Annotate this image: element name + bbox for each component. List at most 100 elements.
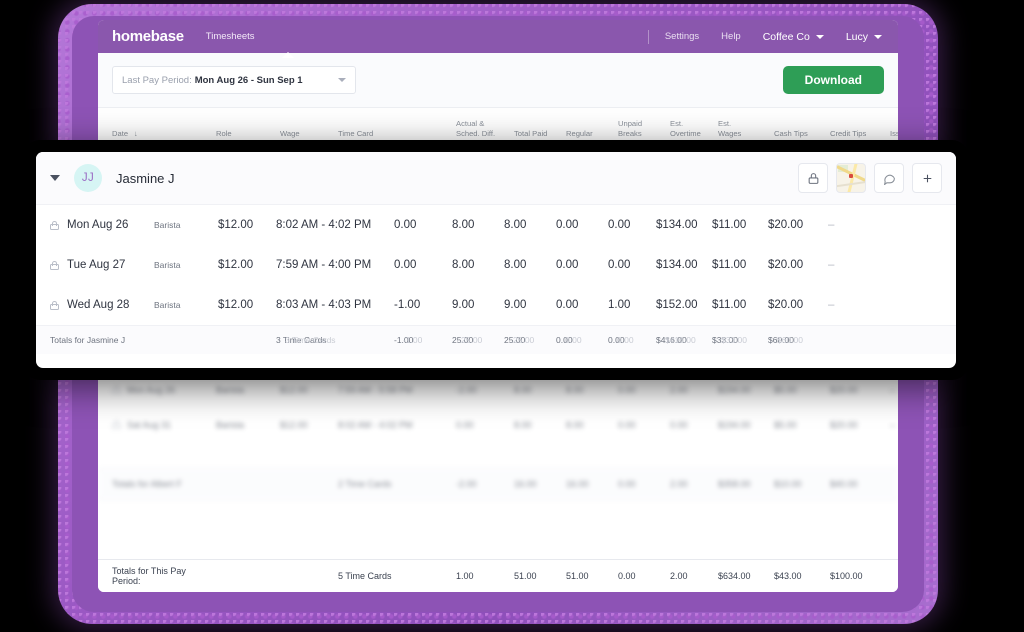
cell-regular: 8.00 <box>566 385 618 395</box>
nav-item-timesheets[interactable]: Timesheets <box>206 31 255 42</box>
cell-credit-tips: $20.00 <box>768 259 828 271</box>
employee-totals-time-cards: 2 Time Cards <box>338 479 456 489</box>
column-header-breaks-line1: Unpaid <box>618 119 642 128</box>
cell-time-card[interactable]: 8:02 AM - 4:02 PM <box>276 219 394 231</box>
pay-period-totals-est-wages: $634.00 <box>718 571 774 581</box>
column-header-diff-line2: Sched. Diff. <box>456 129 495 138</box>
homebase-logo[interactable]: homebase <box>112 28 184 45</box>
lock-icon <box>112 420 121 429</box>
company-chevron-down-icon[interactable] <box>816 35 824 39</box>
employee-totals-est-wages: $416.00 <box>656 335 712 345</box>
column-header-cash-tips[interactable]: Cash Tips <box>774 129 830 138</box>
user-menu-label[interactable]: Lucy <box>846 31 868 43</box>
column-header-issues[interactable]: Issues <box>890 129 898 138</box>
cell-credit-tips: $20.00 <box>768 219 828 231</box>
employee-totals-diff: -1.00 <box>394 335 452 345</box>
nav-item-help[interactable]: Help <box>721 31 741 42</box>
employee-totals-overtime: 2.00 <box>670 479 718 489</box>
lock-icon <box>50 221 59 230</box>
cell-total-paid: 8.00 <box>452 219 504 231</box>
cell-cash-tips: $11.00 <box>712 259 768 271</box>
table-row[interactable]: Wed Aug 28 Barista $12.00 8:03 AM - 4:03… <box>36 285 956 325</box>
pay-period-select[interactable]: Last Pay Period: Mon Aug 26 - Sun Sep 1 <box>112 66 356 94</box>
table-row[interactable]: Tue Aug 27 Barista $12.00 7:59 AM - 4:00… <box>36 245 956 285</box>
comment-icon-button[interactable] <box>874 163 904 193</box>
user-chevron-down-icon[interactable] <box>874 35 882 39</box>
cell-diff: 0.00 <box>394 259 452 271</box>
cell-role: Barista <box>154 220 218 230</box>
column-header-regular[interactable]: Regular <box>566 129 618 138</box>
pay-period-totals-total-paid: 51.00 <box>514 571 566 581</box>
cell-issues: – <box>890 420 898 430</box>
cell-diff: -2.00 <box>456 385 514 395</box>
column-header-est-wages[interactable]: Est. Wages <box>718 119 774 138</box>
cell-time-card[interactable]: 8:03 AM - 4:03 PM <box>276 299 394 311</box>
column-header-ot-line1: Est. <box>670 119 683 128</box>
employee-totals-label: Totals for Jasmine J <box>36 335 154 345</box>
cell-role: Barista <box>154 300 218 310</box>
cell-wage: $12.00 <box>280 385 338 395</box>
cell-wage: $12.00 <box>218 219 276 231</box>
pay-period-totals-overtime: 2.00 <box>670 571 718 581</box>
cell-est-wages: $194.00 <box>718 420 774 430</box>
column-header-diff-line1: Actual & <box>456 119 484 128</box>
cell-wage: $12.00 <box>218 299 276 311</box>
cell-role: Barista <box>154 260 218 270</box>
cell-cash-tips: $5.00 <box>774 385 830 395</box>
cell-date-label: Wed Aug 28 <box>67 299 129 311</box>
cell-role: Barista <box>216 420 280 430</box>
column-header-unpaid-breaks[interactable]: Unpaid Breaks <box>618 119 670 138</box>
lock-icon <box>112 385 121 394</box>
cell-breaks: 0.00 <box>556 259 608 271</box>
cell-overtime: 0.00 <box>608 259 656 271</box>
cell-time-card[interactable]: 7:59 AM - 4:00 PM <box>276 259 394 271</box>
column-header-date-label: Date <box>112 129 128 138</box>
cell-est-wages: $134.00 <box>656 259 712 271</box>
cell-wage: $12.00 <box>218 259 276 271</box>
cell-breaks: 0.00 <box>618 420 670 430</box>
lock-icon-button[interactable] <box>798 163 828 193</box>
employee-totals-label: Totals for Albert F <box>98 479 216 489</box>
cell-est-wages: $134.00 <box>656 219 712 231</box>
cell-breaks: 0.00 <box>556 299 608 311</box>
cell-cash-tips: $11.00 <box>712 219 768 231</box>
lock-icon <box>50 301 59 310</box>
column-header-wage[interactable]: Wage <box>280 129 338 138</box>
cell-total-paid: 8.00 <box>452 259 504 271</box>
column-header-time-card[interactable]: Time Card <box>338 129 456 138</box>
column-header-est-overtime[interactable]: Est. Overtime <box>670 119 718 138</box>
highlight-callout-frame: JJ Jasmine J <box>24 140 968 380</box>
pay-period-totals-time-cards: 5 Time Cards <box>338 571 456 581</box>
cell-total-paid: 8.00 <box>514 385 566 395</box>
add-time-card-button[interactable] <box>912 163 942 193</box>
employee-card-actions <box>798 163 942 193</box>
table-row-spacer <box>98 442 898 468</box>
cell-date-label: Tue Aug 27 <box>67 259 125 271</box>
column-header-credit-tips[interactable]: Credit Tips <box>830 129 890 138</box>
cell-date-label: Sat Aug 31 <box>127 420 171 430</box>
screenshot-stage: homebase Timesheets Settings Help Coffee… <box>0 0 1024 632</box>
cell-date: Sat Aug 31 <box>98 420 216 430</box>
column-header-date[interactable]: Date ↓ <box>98 129 216 138</box>
column-header-role[interactable]: Role <box>216 129 280 138</box>
table-row[interactable]: Sat Aug 31 Barista $12.00 8:02 AM - 4:02… <box>98 407 898 442</box>
column-header-total-paid[interactable]: Total Paid <box>514 129 566 138</box>
column-header-breaks-line2: Breaks <box>618 129 642 138</box>
cell-issues: – <box>828 299 874 311</box>
download-button[interactable]: Download <box>783 66 884 94</box>
employee-totals-overtime: 0.00 <box>608 335 656 345</box>
employee-totals-time-cards: 3 Time Cards <box>276 335 394 345</box>
cell-overtime: 1.00 <box>608 299 656 311</box>
table-header-row: Date ↓ Role Wage Time Card Actual & Sche… <box>98 108 898 144</box>
collapse-caret-icon[interactable] <box>50 175 60 181</box>
nav-item-settings[interactable]: Settings <box>665 31 699 42</box>
employee-totals-est-wages: $358.00 <box>718 479 774 489</box>
table-row[interactable]: Mon Aug 26 Barista $12.00 8:02 AM - 4:02… <box>36 205 956 245</box>
company-switcher-label[interactable]: Coffee Co <box>763 31 810 43</box>
chevron-down-icon <box>338 78 346 82</box>
map-icon-button[interactable] <box>836 163 866 193</box>
column-header-actual-sched-diff[interactable]: Actual & Sched. Diff. <box>456 119 514 138</box>
avatar: JJ <box>74 164 102 192</box>
cell-regular: 8.00 <box>566 420 618 430</box>
cell-date: Mon Aug 26 <box>36 219 154 231</box>
